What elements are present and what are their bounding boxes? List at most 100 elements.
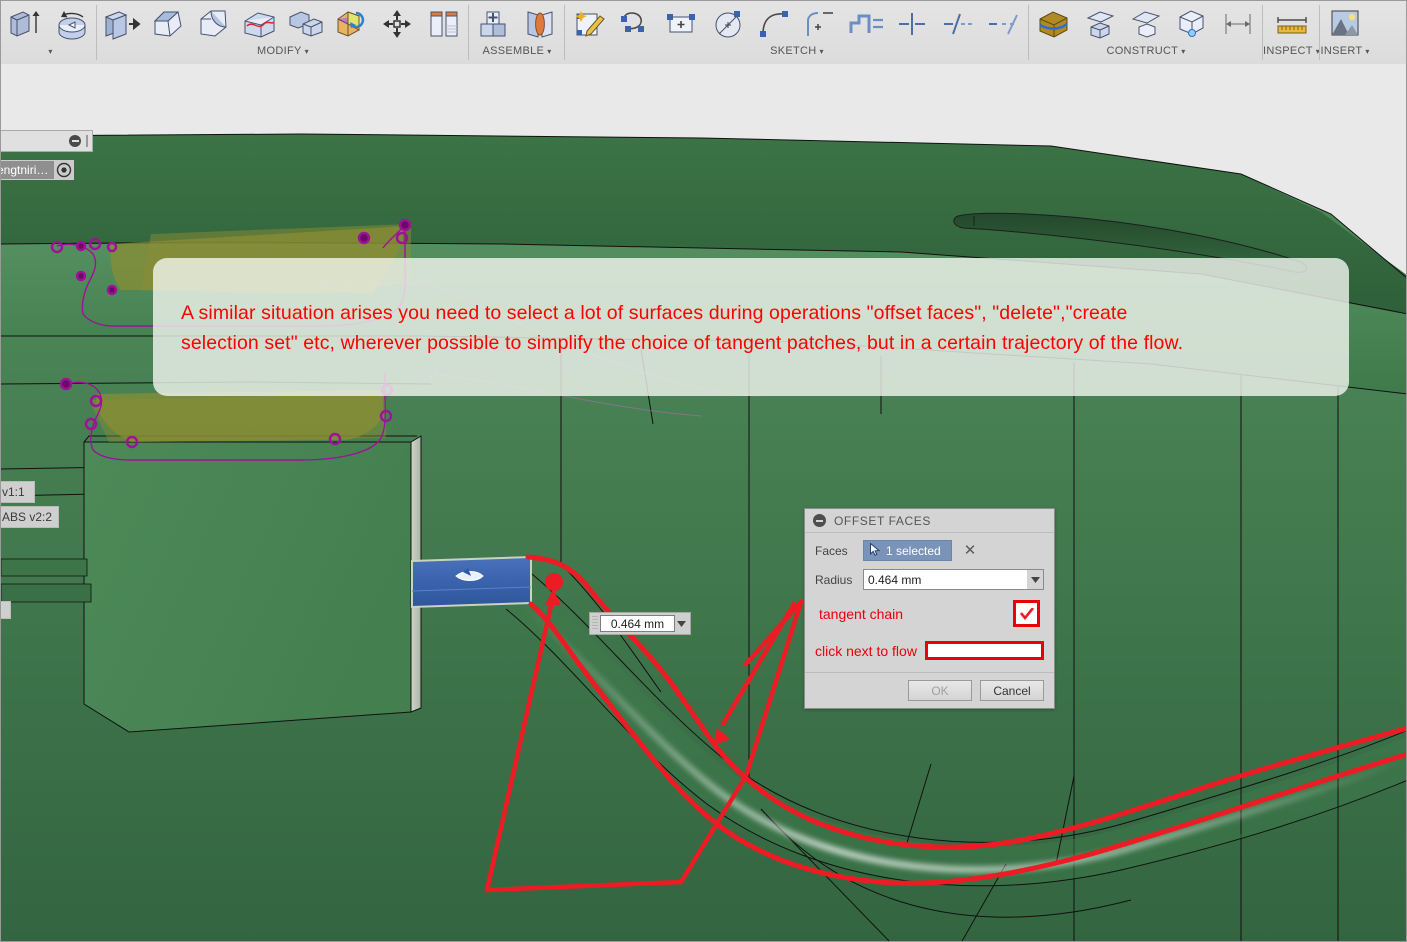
insert-image-icon[interactable] [1322,2,1368,46]
chevron-down-icon[interactable] [1027,570,1043,589]
toolbar-group-inspect-label: INSPECT ▾ [1263,45,1320,58]
3d-viewport[interactable]: engtniri… v1:1 ABS v2:2 A similar situat… [1,64,1406,941]
dialog-title-bar[interactable]: OFFSET FACES [805,509,1054,533]
align-icon[interactable] [421,2,467,46]
plane-at-angle-icon[interactable] [1123,2,1169,46]
cancel-button[interactable]: Cancel [980,680,1044,701]
browser-item-label: engtniri… [1,161,55,179]
fillet-sketch-icon[interactable] [797,2,843,46]
replace-face-icon[interactable] [329,2,375,46]
faces-row: Faces 1 selected ✕ [815,540,1044,561]
group-label-text: INSERT [1320,45,1363,57]
fusion-window: ▾ MODIFY ▾ ASSEMBLE ▾ SKETCH ▾ CONSTRUCT… [0,0,1407,942]
faces-selection-button[interactable]: 1 selected [863,540,952,561]
group-label-text: INSPECT [1263,45,1313,57]
line-icon[interactable] [613,2,659,46]
group-label-text: SKETCH [770,45,817,57]
dimension-value-field[interactable]: 0.464 mm [600,615,675,632]
check-icon [1019,607,1034,620]
chevron-down-icon[interactable]: ▾ [547,47,551,56]
model-render [1,64,1406,941]
chevron-down-icon[interactable]: ▾ [48,47,52,56]
radius-input[interactable] [864,571,1027,588]
drag-grip-icon[interactable] [592,616,598,631]
create-sketch-icon[interactable] [567,2,613,46]
toolbar-group-insert-label: INSERT ▾ [1320,45,1369,58]
dimension-icon[interactable] [889,2,935,46]
flow-hint-box[interactable] [924,641,1044,660]
toolbar-group-create-label: ▾ [45,45,52,58]
radius-row: Radius [815,569,1044,590]
dialog-title: OFFSET FACES [834,513,931,528]
radius-field[interactable] [863,569,1044,590]
minus-circle-icon[interactable] [69,135,81,147]
faces-selection-text: 1 selected [886,543,941,558]
main-toolbar: ▾ MODIFY ▾ ASSEMBLE ▾ SKETCH ▾ CONSTRUCT… [1,1,1406,64]
toolbar-group-modify-label: MODIFY ▾ [257,45,309,58]
dimension-input-popup[interactable]: 0.464 mm [589,612,691,635]
chevron-down-icon[interactable] [675,620,688,627]
press-pull-icon[interactable] [99,2,145,46]
circle-icon[interactable] [705,2,751,46]
combine-icon[interactable] [283,2,329,46]
annotation-note: A similar situation arises you need to s… [153,258,1349,396]
construction-point-icon[interactable] [1169,2,1215,46]
radius-label: Radius [815,572,853,587]
minus-circle-icon[interactable] [813,514,826,527]
fillet-icon[interactable] [145,2,191,46]
offset-faces-dialog[interactable]: OFFSET FACES Faces 1 selected ✕ Radius 0… [804,508,1055,709]
browser-collapse-bar[interactable] [1,130,93,152]
measure-span-icon[interactable] [1215,2,1261,46]
extend-icon[interactable] [981,2,1027,46]
chevron-down-icon[interactable]: ▾ [820,47,824,56]
browser-chip-version-1[interactable]: v1:1 [1,481,35,503]
cursor-arrow-icon [870,541,881,559]
tangent-chain-checkbox[interactable] [1013,600,1040,627]
arc-icon[interactable] [751,2,797,46]
annotation-body: A similar situation arises you need to s… [153,258,1349,358]
chevron-down-icon[interactable]: ▾ [305,47,309,56]
revolve-icon[interactable] [49,2,95,46]
toolbar-group-assemble: ASSEMBLE ▾ [469,1,565,64]
ok-button[interactable]: OK [908,680,972,701]
offset-plane-icon[interactable] [1077,2,1123,46]
toolbar-group-construct: CONSTRUCT ▾ [1029,1,1263,64]
close-x-icon[interactable]: ✕ [964,543,977,558]
toolbar-group-sketch-label: SKETCH ▾ [770,45,824,58]
chevron-down-icon[interactable]: ▾ [1365,47,1369,56]
measure-icon[interactable] [1269,2,1315,46]
chevron-down-icon[interactable]: ▾ [1181,47,1185,56]
joint-icon[interactable] [517,2,563,46]
browser-chip-stub[interactable] [1,601,11,619]
group-label-text: CONSTRUCT [1106,45,1179,57]
annotation-line-2: selection set" etc, wherever possible to… [181,332,1184,354]
tangent-chain-annotation-row: tangent chain [819,600,1040,627]
faces-label: Faces [815,543,848,558]
extrude-icon[interactable] [3,2,49,46]
toolbar-group-insert: INSERT ▾ [1320,1,1370,64]
rectangle-icon[interactable] [659,2,705,46]
group-label-text: MODIFY [257,45,302,57]
browser-divider [86,135,88,147]
offset-icon[interactable] [843,2,889,46]
project-geometry-icon[interactable] [1031,2,1077,46]
eye-icon[interactable] [54,160,74,180]
move-copy-icon[interactable] [375,2,421,46]
tangent-chain-label: tangent chain [819,605,904,622]
toolbar-group-modify: MODIFY ▾ [97,1,469,64]
flow-annotation-row: click next to flow [815,641,1044,660]
shell-icon[interactable] [237,2,283,46]
browser-chip-abs[interactable]: ABS v2:2 [1,506,59,528]
toolbar-group-assemble-label: ASSEMBLE ▾ [482,45,551,58]
browser-tree-item[interactable]: engtniri… [1,160,75,180]
dialog-footer: OK Cancel [805,672,1054,708]
toolbar-group-construct-label: CONSTRUCT ▾ [1106,45,1185,58]
dialog-body: Faces 1 selected ✕ Radius 0.464 mm tange… [805,533,1054,672]
toolbar-group-create: ▾ [1,1,97,64]
new-component-icon[interactable] [471,2,517,46]
flow-hint-label: click next to flow [815,642,917,659]
trim-icon[interactable] [935,2,981,46]
annotation-line-1: A similar situation arises you need to s… [181,302,1128,324]
chamfer-icon[interactable] [191,2,237,46]
dimension-value-text: 0.464 mm [610,616,665,631]
